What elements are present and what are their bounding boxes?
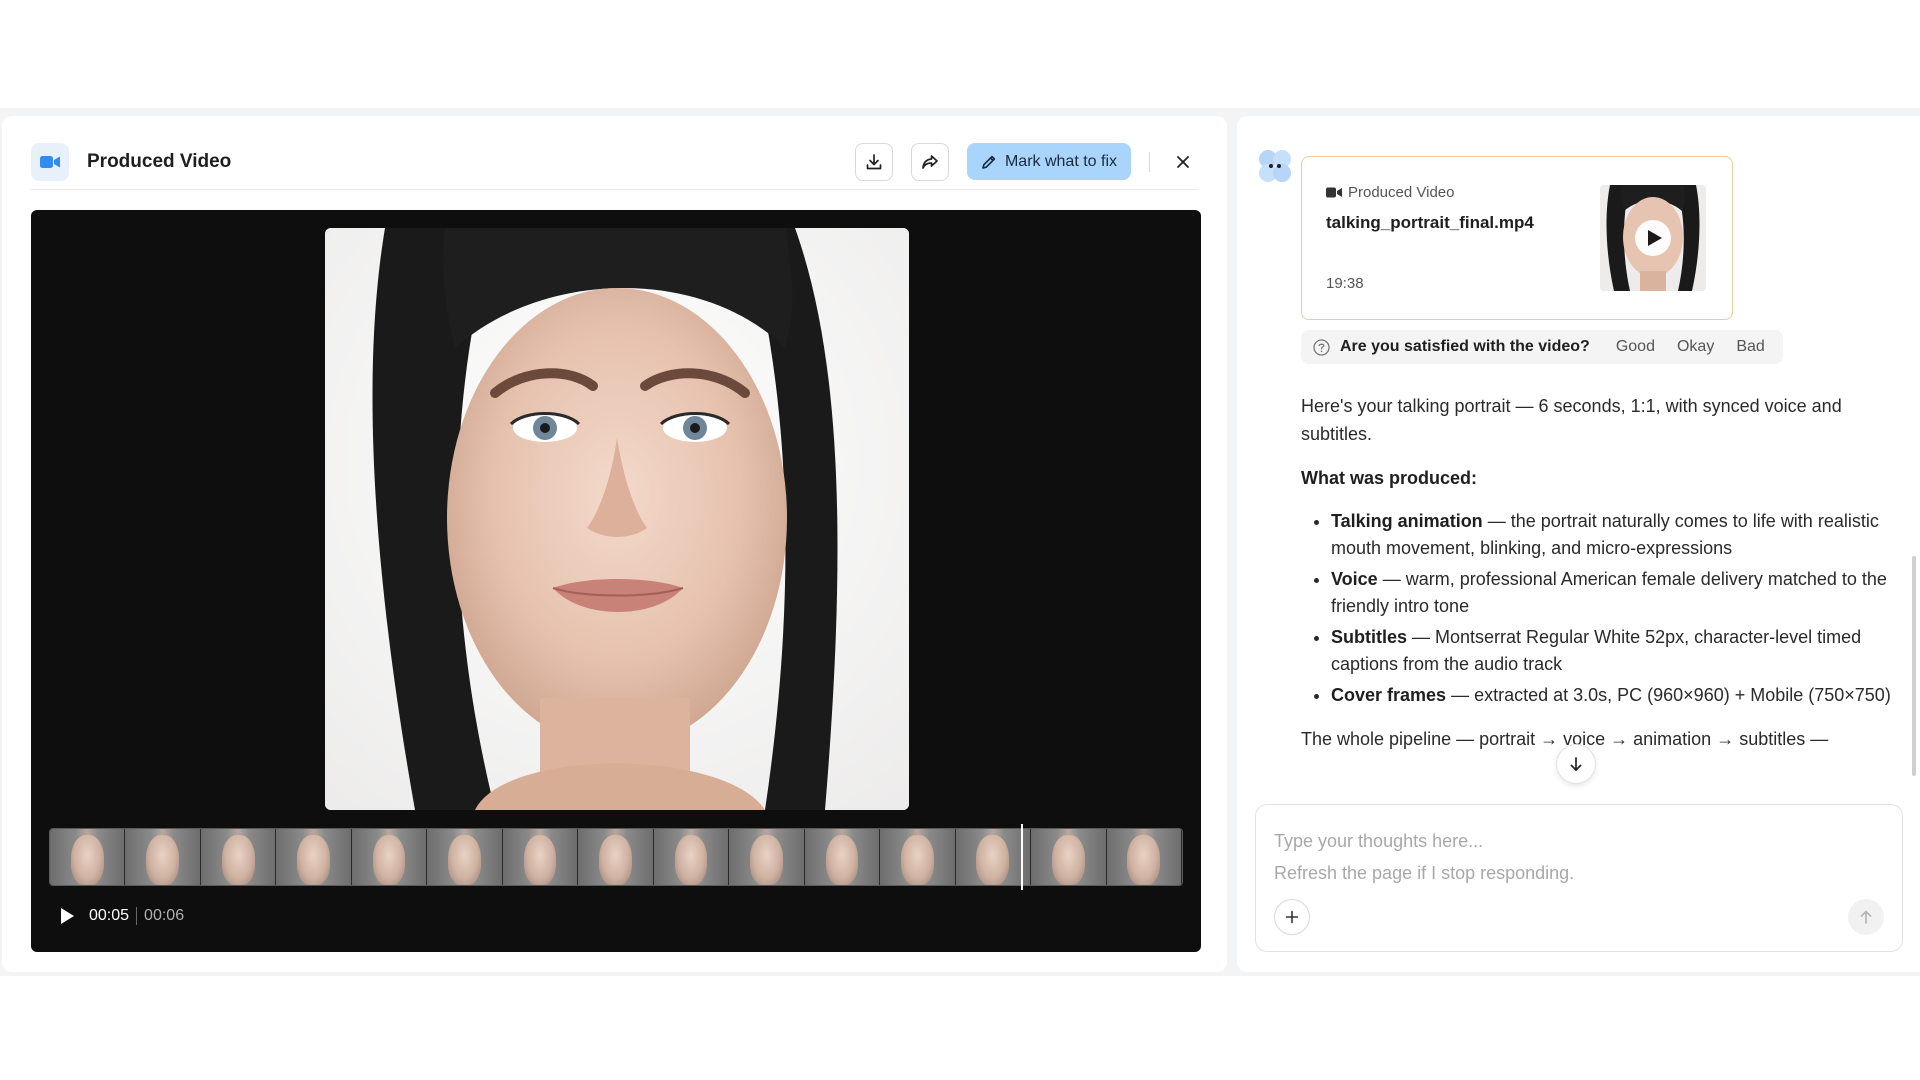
list-item: Voice — warm, professional American fema…: [1331, 566, 1901, 620]
total-time: 00:06: [144, 907, 185, 924]
filmstrip-frame[interactable]: [200, 829, 277, 885]
filmstrip-frame[interactable]: [804, 829, 881, 885]
message-heading: What was produced:: [1301, 468, 1478, 488]
message-intro: Here's your talking portrait — 6 seconds…: [1301, 396, 1842, 444]
add-attachment-button[interactable]: [1274, 899, 1310, 935]
current-time: 00:05: [89, 907, 130, 924]
feedback-okay-button[interactable]: Okay: [1671, 338, 1720, 356]
assistant-avatar: [1257, 148, 1293, 184]
list-item: Talking animation — the portrait natural…: [1331, 508, 1901, 562]
list-item-title: Cover frames: [1331, 685, 1447, 705]
filmstrip-frame[interactable]: [729, 829, 805, 885]
scroll-to-bottom-button[interactable]: [1556, 744, 1596, 784]
filmstrip-frame[interactable]: [502, 829, 579, 885]
download-button[interactable]: [854, 142, 893, 181]
filmstrip-frame[interactable]: [125, 829, 201, 885]
video-camera-icon: [31, 142, 69, 181]
filmstrip-frame[interactable]: [955, 829, 1032, 885]
filmstrip-timeline[interactable]: [49, 828, 1183, 886]
video-camera-icon: [1326, 187, 1342, 198]
chat-panel: Produced Video talking_portrait_final.mp…: [1237, 116, 1920, 972]
produced-video-card[interactable]: Produced Video talking_portrait_final.mp…: [1301, 156, 1733, 320]
message-composer: [1255, 804, 1903, 952]
list-item-text: — extracted at 3.0s, PC (960×960) + Mobi…: [1446, 685, 1891, 705]
viewer-actions: Mark what to fix: [854, 142, 1198, 181]
video-card-time: 19:38: [1326, 275, 1364, 292]
message-outro: The whole pipeline — portrait → voice → …: [1301, 729, 1829, 749]
video-player[interactable]: 00:05 00:06: [31, 210, 1201, 952]
filmstrip-frame[interactable]: [427, 829, 503, 885]
share-icon: [922, 154, 938, 169]
video-thumbnail[interactable]: [1600, 185, 1706, 291]
list-item-title: Talking animation: [1331, 511, 1483, 531]
list-item-title: Voice: [1331, 569, 1378, 589]
filmstrip-frame[interactable]: [880, 829, 956, 885]
video-card-label-text: Produced Video: [1348, 184, 1455, 201]
send-button[interactable]: [1848, 899, 1884, 935]
list-item-text: — Montserrat Regular White 52px, charact…: [1331, 627, 1862, 674]
satisfaction-feedback: Are you satisfied with the video? Good O…: [1301, 330, 1783, 364]
viewer-title: Produced Video: [87, 150, 232, 172]
filmstrip-frame[interactable]: [578, 829, 654, 885]
list-item: Subtitles — Montserrat Regular White 52p…: [1331, 624, 1901, 678]
pencil-icon: [982, 155, 996, 169]
close-icon: [1177, 155, 1189, 168]
video-viewer-panel: Produced Video Mark what to fix 00:05 00…: [2, 116, 1227, 972]
chat-scrollbar[interactable]: [1912, 556, 1916, 776]
plus-icon: [1285, 910, 1299, 924]
feedback-good-button[interactable]: Good: [1610, 338, 1661, 356]
video-frame-portrait: [325, 228, 909, 810]
share-button[interactable]: [910, 142, 949, 181]
filmstrip-frame[interactable]: [50, 829, 126, 885]
playback-controls: 00:05 00:06: [59, 904, 184, 928]
arrow-up-icon: [1860, 910, 1872, 924]
list-item-title: Subtitles: [1331, 627, 1408, 647]
mark-what-to-fix-label: Mark what to fix: [1004, 152, 1117, 170]
message-input[interactable]: [1274, 825, 1874, 895]
filmstrip-frame[interactable]: [653, 829, 730, 885]
playhead[interactable]: [1020, 824, 1023, 890]
message-fade: [1301, 784, 1901, 804]
satisfaction-question: Are you satisfied with the video?: [1340, 338, 1590, 355]
arrow-down-icon: [1570, 757, 1582, 771]
filmstrip-frame[interactable]: [1106, 829, 1182, 885]
header-divider: [1149, 151, 1150, 172]
mark-what-to-fix-button[interactable]: Mark what to fix: [966, 143, 1131, 180]
produced-items-list: Talking animation — the portrait natural…: [1301, 508, 1901, 709]
video-filename: talking_portrait_final.mp4: [1326, 213, 1534, 232]
close-viewer-button[interactable]: [1168, 147, 1198, 177]
assistant-message: Here's your talking portrait — 6 seconds…: [1301, 392, 1901, 804]
list-item-text: — warm, professional American female del…: [1331, 569, 1887, 616]
filmstrip-frame[interactable]: [276, 829, 352, 885]
download-icon: [866, 153, 882, 169]
play-icon[interactable]: [59, 907, 75, 925]
list-item: Cover frames — extracted at 3.0s, PC (96…: [1331, 682, 1901, 709]
filmstrip-frame[interactable]: [351, 829, 428, 885]
filmstrip-frame[interactable]: [1031, 829, 1107, 885]
viewer-header: Produced Video Mark what to fix: [31, 134, 1198, 190]
feedback-bad-button[interactable]: Bad: [1730, 338, 1770, 356]
time-divider: [136, 907, 138, 925]
question-circle-icon: [1313, 338, 1330, 356]
video-card-label: Produced Video: [1326, 184, 1454, 201]
